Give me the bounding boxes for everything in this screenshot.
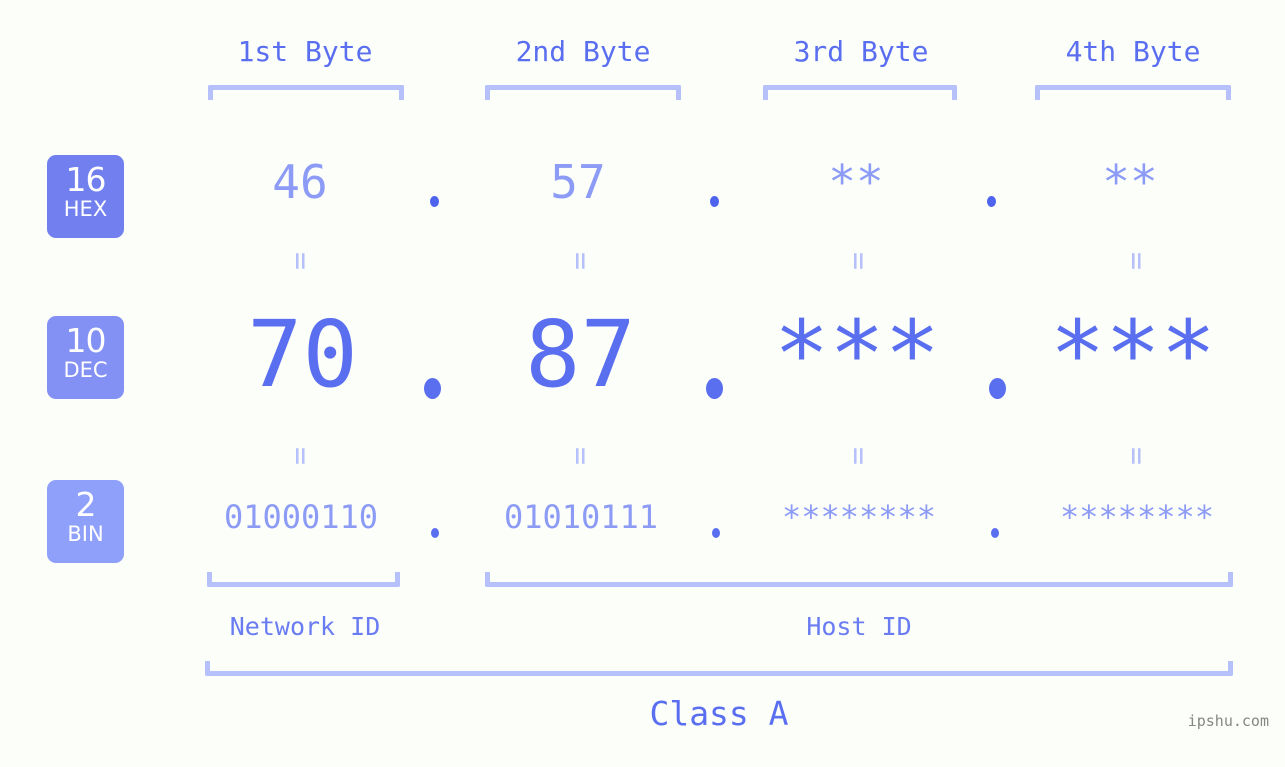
radix-badge-dec-label: DEC xyxy=(63,358,108,382)
site-watermark: ipshu.com xyxy=(1187,712,1269,730)
equals-sign-hex-dec-2: = xyxy=(563,252,598,271)
byte-bracket-top-2 xyxy=(485,85,681,100)
equals-sign-dec-bin-1: = xyxy=(283,447,318,466)
hex-byte-2: 57 xyxy=(550,155,606,209)
equals-sign-dec-bin-3: = xyxy=(841,447,876,466)
class-label: Class A xyxy=(649,694,789,733)
bin-separator-3 xyxy=(991,528,999,538)
bin-byte-3: ******** xyxy=(781,498,937,536)
bin-byte-2: 01010111 xyxy=(503,498,659,536)
byte-bracket-top-4 xyxy=(1035,85,1231,100)
byte-header-2: 2nd Byte xyxy=(515,35,651,68)
radix-badge-dec-number: 10 xyxy=(65,321,107,360)
dec-byte-2: 87 xyxy=(525,301,636,408)
radix-badge-bin: 2 BIN xyxy=(47,480,124,563)
dec-byte-1: 70 xyxy=(247,301,358,408)
equals-sign-hex-dec-3: = xyxy=(841,252,876,271)
dec-separator-1 xyxy=(424,378,441,399)
radix-badge-bin-number: 2 xyxy=(75,485,97,524)
network-id-label: Network ID xyxy=(229,612,381,641)
byte-bracket-top-3 xyxy=(763,85,957,100)
hex-byte-1: 46 xyxy=(272,155,328,209)
byte-header-1: 1st Byte xyxy=(237,35,373,68)
bin-separator-2 xyxy=(712,528,720,538)
equals-sign-dec-bin-2: = xyxy=(563,447,598,466)
radix-badge-hex: 16 HEX xyxy=(47,155,124,238)
ip-address-breakdown-diagram: 1st Byte 2nd Byte 3rd Byte 4th Byte 16 H… xyxy=(0,0,1285,767)
host-id-label: Host ID xyxy=(806,612,912,641)
radix-badge-bin-label: BIN xyxy=(67,522,104,546)
hex-byte-3: ** xyxy=(828,155,884,209)
hex-byte-4: ** xyxy=(1102,155,1158,209)
equals-sign-dec-bin-4: = xyxy=(1119,447,1154,466)
hex-separator-1 xyxy=(430,196,439,207)
hex-separator-3 xyxy=(987,196,996,207)
dec-separator-3 xyxy=(989,378,1006,399)
radix-badge-hex-label: HEX xyxy=(63,197,108,221)
byte-header-3: 3rd Byte xyxy=(793,35,929,68)
network-id-bracket xyxy=(207,572,400,587)
bin-separator-1 xyxy=(431,528,439,538)
class-bracket xyxy=(205,661,1233,676)
byte-header-4: 4th Byte xyxy=(1065,35,1201,68)
dec-byte-4: *** xyxy=(1049,301,1217,408)
hex-separator-2 xyxy=(710,196,719,207)
bin-byte-4: ******** xyxy=(1059,498,1215,536)
equals-sign-hex-dec-4: = xyxy=(1119,252,1154,271)
radix-badge-dec: 10 DEC xyxy=(47,316,124,399)
host-id-bracket xyxy=(485,572,1233,587)
radix-badge-hex-number: 16 xyxy=(65,160,107,199)
dec-separator-2 xyxy=(706,378,723,399)
bin-byte-1: 01000110 xyxy=(223,498,379,536)
dec-byte-3: *** xyxy=(773,301,941,408)
byte-bracket-top-1 xyxy=(208,85,404,100)
equals-sign-hex-dec-1: = xyxy=(283,252,318,271)
